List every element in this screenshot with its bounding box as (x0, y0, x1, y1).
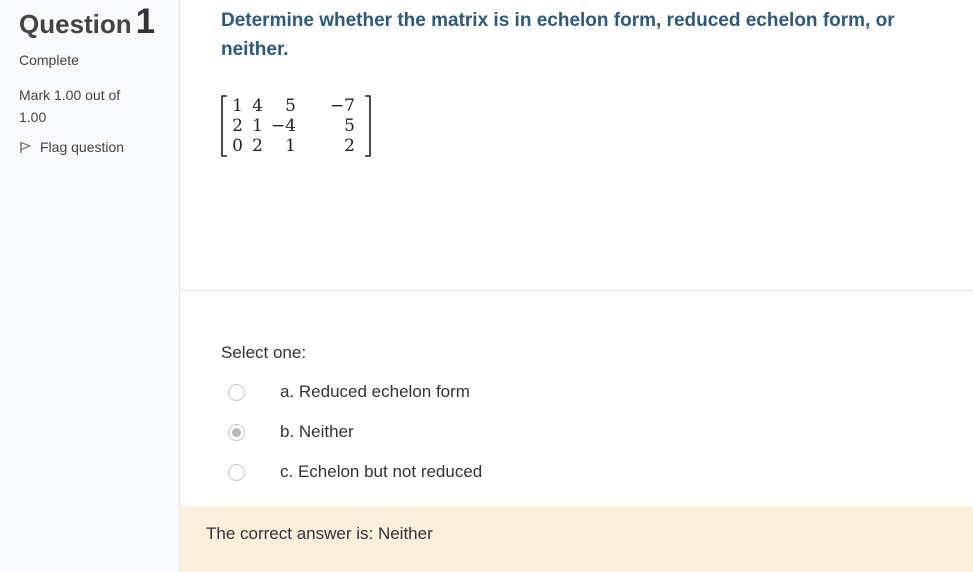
question-content: Determine whether the matrix is in echel… (181, 0, 973, 572)
flag-question-label: Flag question (40, 139, 125, 155)
feedback-area: The correct answer is: Neither (181, 506, 973, 572)
question-formulation: Determine whether the matrix is in echel… (181, 0, 973, 291)
matrix-left-bracket (221, 95, 227, 157)
answer-option-label[interactable]: a. Reduced echelon form (280, 382, 470, 402)
flag-icon (20, 141, 31, 153)
answer-options: a. Reduced echelon form b. Neither c. Eche… (221, 372, 941, 492)
answer-block: Select one: a. Reduced echelon form b. Ne… (221, 343, 941, 492)
matrix-cell: 1 (252, 116, 263, 136)
matrix-cell: 5 (285, 96, 296, 116)
answer-option-label[interactable]: b. Neither (280, 422, 354, 442)
question-grade: Mark 1.00 out of 1.00 (19, 87, 121, 125)
question-number: 1 (135, 2, 156, 41)
matrix-cell: 2 (344, 136, 355, 156)
matrix-cell: 5 (344, 116, 355, 136)
matrix-cell: 4 (252, 96, 263, 116)
answer-option[interactable]: b. Neither (221, 412, 941, 452)
matrix-cell: −4 (271, 116, 296, 136)
answer-radio[interactable] (228, 383, 245, 401)
matrix-cell: 2 (252, 136, 263, 156)
answer-radio[interactable] (228, 463, 245, 481)
answer-prompt: Select one: (221, 343, 307, 362)
answer-option[interactable]: a. Reduced echelon form (221, 372, 941, 412)
question-info-panel: Question 1 Complete Mark 1.00 out of 1.00… (0, 0, 180, 572)
matrix-cell: −7 (330, 96, 355, 116)
matrix-cell: 0 (232, 136, 243, 156)
flag-question-link[interactable]: Flag question (19, 139, 124, 155)
right-answer: The correct answer is: Neither (206, 524, 433, 543)
question-state: Complete (19, 52, 79, 68)
answer-option-label[interactable]: c. Echelon but not reduced (280, 462, 482, 482)
matrix-cell: 2 (232, 116, 243, 136)
question-heading: Question 1 (19, 2, 155, 42)
matrix-cell: 1 (232, 96, 243, 116)
question-text: Determine whether the matrix is in echel… (221, 10, 895, 60)
matrix-cell: 1 (285, 136, 296, 156)
answer-radio[interactable] (228, 423, 245, 441)
question-label: Question (19, 9, 132, 39)
matrix: 1 4 5 −7 2 1 −4 5 0 2 1 2 (221, 94, 381, 158)
answer-option[interactable]: c. Echelon but not reduced (221, 452, 941, 492)
matrix-right-bracket (365, 95, 371, 157)
